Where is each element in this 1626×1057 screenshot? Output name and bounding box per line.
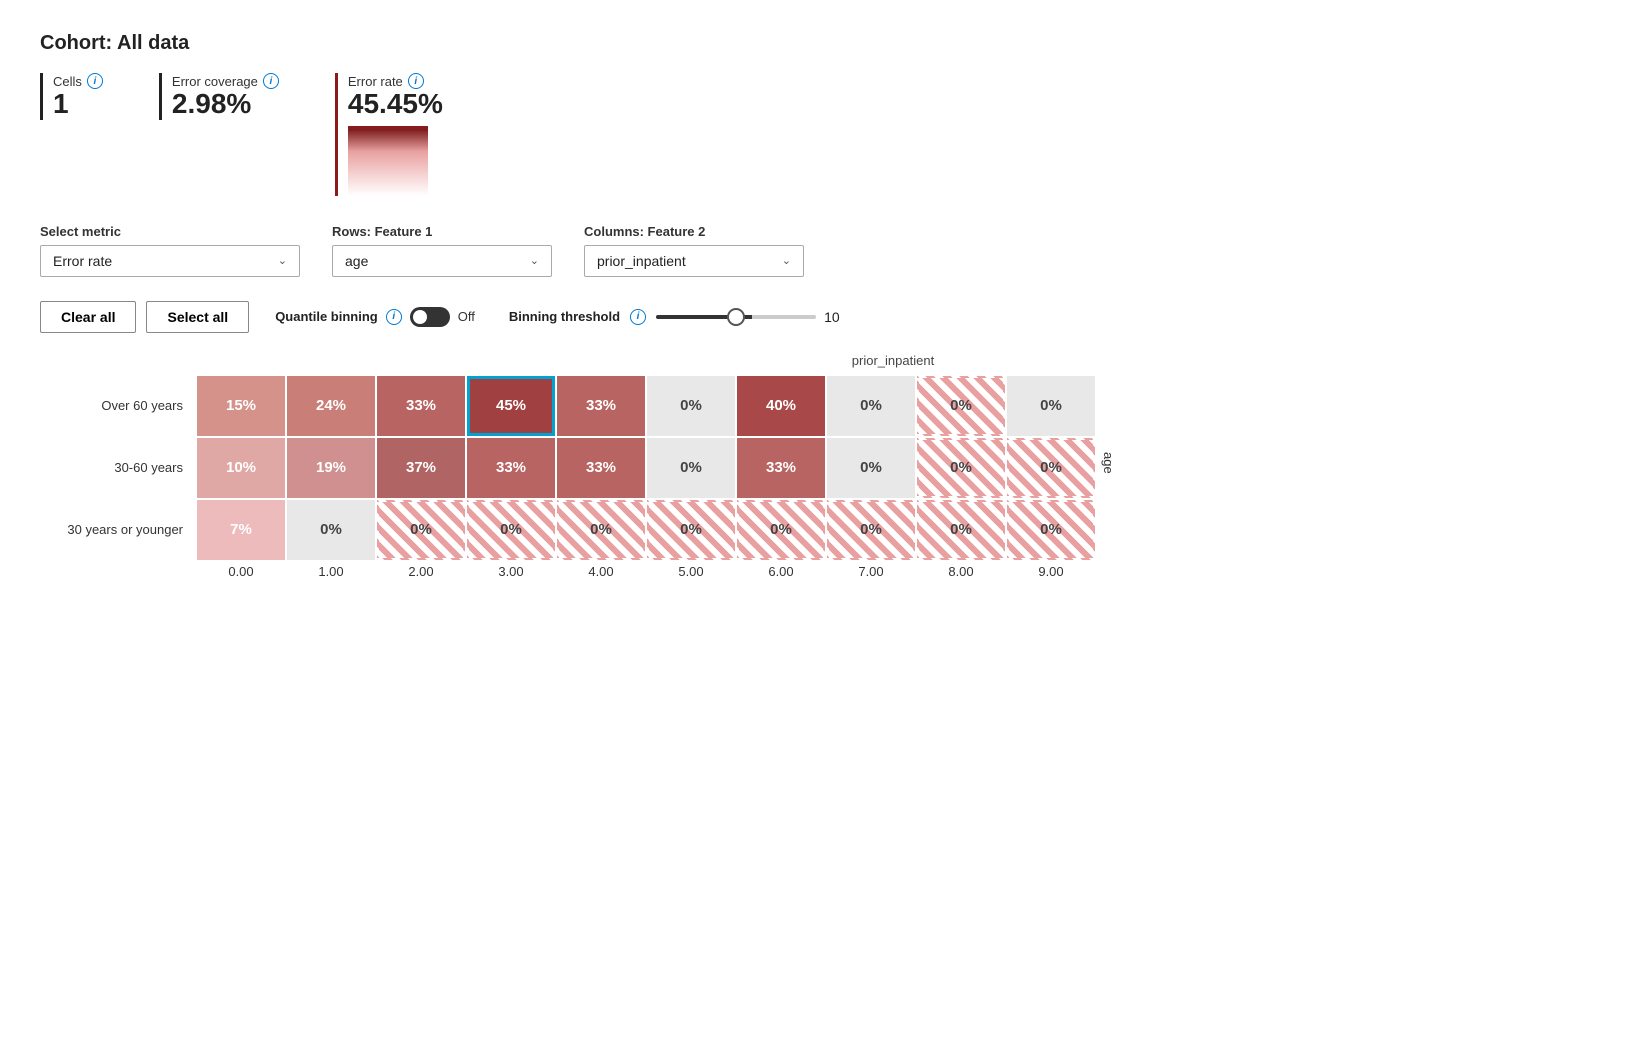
- heatmap-cell[interactable]: 0%: [827, 500, 915, 560]
- heatmap-row: Over 60 years15%24%33%45%33%0%40%0%0%0%: [40, 376, 1095, 436]
- rows-feature-label: Rows: Feature 1: [332, 224, 552, 239]
- binning-threshold-slider[interactable]: [656, 315, 816, 319]
- metrics-row: Cells i 1 Error coverage i 2.98% Error r…: [40, 73, 1586, 196]
- col-axis-label: 6.00: [737, 564, 825, 579]
- heatmap-cell[interactable]: 0%: [1007, 376, 1095, 436]
- heatmap-cell[interactable]: 0%: [917, 438, 1005, 498]
- row-label: 30-60 years: [40, 460, 195, 475]
- error-coverage-value: 2.98%: [172, 89, 279, 120]
- rows-feature-group: Rows: Feature 1 age ⌄: [332, 224, 552, 277]
- select-metric-group: Select metric Error rate ⌄: [40, 224, 300, 277]
- heatmap-cell[interactable]: 33%: [467, 438, 555, 498]
- binning-threshold-value: 10: [824, 309, 840, 325]
- col-axis-label: 4.00: [557, 564, 645, 579]
- heatmap-cell[interactable]: 33%: [737, 438, 825, 498]
- col-axis-label: 9.00: [1007, 564, 1095, 579]
- heatmap-cell[interactable]: 24%: [287, 376, 375, 436]
- heatmap-cell[interactable]: 0%: [827, 438, 915, 498]
- quantile-binning-group: Quantile binning i Off: [275, 307, 475, 327]
- row-label: 30 years or younger: [40, 522, 195, 537]
- error-rate-info-icon[interactable]: i: [408, 73, 424, 89]
- controls-row: Select metric Error rate ⌄ Rows: Feature…: [40, 224, 1586, 277]
- heatmap-row-axis-label: age: [1101, 452, 1116, 484]
- binning-threshold-group: Binning threshold i 10: [509, 309, 840, 325]
- heatmap-cell[interactable]: 33%: [557, 376, 645, 436]
- heatmap-section: prior_inpatient Over 60 years15%24%33%45…: [40, 353, 1586, 579]
- heatmap-cell[interactable]: 0%: [467, 500, 555, 560]
- error-coverage-label: Error coverage i: [172, 73, 279, 89]
- error-rate-bar: [348, 126, 428, 196]
- columns-feature-label: Columns: Feature 2: [584, 224, 804, 239]
- heatmap-cell[interactable]: 0%: [557, 500, 645, 560]
- col-axis-label: 1.00: [287, 564, 375, 579]
- select-metric-dropdown[interactable]: Error rate ⌄: [40, 245, 300, 277]
- error-rate-value: 45.45%: [348, 89, 443, 120]
- error-coverage-info-icon[interactable]: i: [263, 73, 279, 89]
- binning-threshold-info-icon[interactable]: i: [630, 309, 646, 325]
- quantile-binning-state: Off: [458, 309, 475, 324]
- heatmap-cell[interactable]: 0%: [287, 500, 375, 560]
- heatmap-column-header: prior_inpatient: [200, 353, 1586, 368]
- row-label: Over 60 years: [40, 398, 195, 413]
- col-axis-label: 8.00: [917, 564, 1005, 579]
- heatmap-row: 30 years or younger7%0%0%0%0%0%0%0%0%0%: [40, 500, 1095, 560]
- rows-feature-value: age: [345, 253, 368, 269]
- heatmap-cell[interactable]: 33%: [557, 438, 645, 498]
- heatmap-cell[interactable]: 45%: [467, 376, 555, 436]
- quantile-binning-label: Quantile binning: [275, 309, 378, 324]
- error-rate-metric: Error rate i 45.45%: [335, 73, 471, 196]
- cells-metric: Cells i 1: [40, 73, 131, 120]
- heatmap-cell[interactable]: 0%: [917, 500, 1005, 560]
- select-all-button[interactable]: Select all: [146, 301, 249, 333]
- columns-chevron-icon: ⌄: [782, 254, 791, 267]
- select-metric-chevron-icon: ⌄: [278, 254, 287, 267]
- quantile-binning-info-icon[interactable]: i: [386, 309, 402, 325]
- heatmap-grid: Over 60 years15%24%33%45%33%0%40%0%0%0%3…: [40, 376, 1095, 560]
- error-rate-label: Error rate i: [348, 73, 443, 89]
- heatmap-cell[interactable]: 19%: [287, 438, 375, 498]
- heatmap-row: 30-60 years10%19%37%33%33%0%33%0%0%0%: [40, 438, 1095, 498]
- col-axis-label: 7.00: [827, 564, 915, 579]
- heatmap-cell[interactable]: 37%: [377, 438, 465, 498]
- select-metric-value: Error rate: [53, 253, 112, 269]
- columns-feature-value: prior_inpatient: [597, 253, 686, 269]
- cells-label: Cells i: [53, 73, 103, 89]
- heatmap-cell[interactable]: 0%: [647, 438, 735, 498]
- select-metric-label: Select metric: [40, 224, 300, 239]
- quantile-binning-toggle[interactable]: [410, 307, 450, 327]
- heatmap-cell[interactable]: 0%: [1007, 438, 1095, 498]
- toggle-knob: [413, 310, 427, 324]
- cells-value: 1: [53, 89, 103, 120]
- columns-feature-group: Columns: Feature 2 prior_inpatient ⌄: [584, 224, 804, 277]
- heatmap-cell[interactable]: 10%: [197, 438, 285, 498]
- rows-feature-dropdown[interactable]: age ⌄: [332, 245, 552, 277]
- clear-all-button[interactable]: Clear all: [40, 301, 136, 333]
- heatmap-cell[interactable]: 0%: [647, 376, 735, 436]
- col-axis-label: 2.00: [377, 564, 465, 579]
- buttons-toggles-row: Clear all Select all Quantile binning i …: [40, 301, 1586, 333]
- error-coverage-metric: Error coverage i 2.98%: [159, 73, 307, 120]
- heatmap-col-axis: 0.001.002.003.004.005.006.007.008.009.00: [197, 564, 1586, 579]
- heatmap-cell[interactable]: 0%: [647, 500, 735, 560]
- heatmap-cell[interactable]: 0%: [827, 376, 915, 436]
- heatmap-cell[interactable]: 0%: [737, 500, 825, 560]
- col-axis-label: 0.00: [197, 564, 285, 579]
- binning-threshold-label: Binning threshold: [509, 309, 620, 324]
- heatmap-cell[interactable]: 40%: [737, 376, 825, 436]
- heatmap-cell[interactable]: 33%: [377, 376, 465, 436]
- heatmap-wrapper: Over 60 years15%24%33%45%33%0%40%0%0%0%3…: [40, 376, 1586, 560]
- columns-feature-dropdown[interactable]: prior_inpatient ⌄: [584, 245, 804, 277]
- heatmap-cell[interactable]: 7%: [197, 500, 285, 560]
- heatmap-cell[interactable]: 15%: [197, 376, 285, 436]
- cells-info-icon[interactable]: i: [87, 73, 103, 89]
- heatmap-cell[interactable]: 0%: [1007, 500, 1095, 560]
- heatmap-cell[interactable]: 0%: [917, 376, 1005, 436]
- page-title: Cohort: All data: [40, 32, 1586, 55]
- col-axis-label: 3.00: [467, 564, 555, 579]
- rows-chevron-icon: ⌄: [530, 254, 539, 267]
- heatmap-cell[interactable]: 0%: [377, 500, 465, 560]
- slider-container: 10: [656, 309, 840, 325]
- col-axis-label: 5.00: [647, 564, 735, 579]
